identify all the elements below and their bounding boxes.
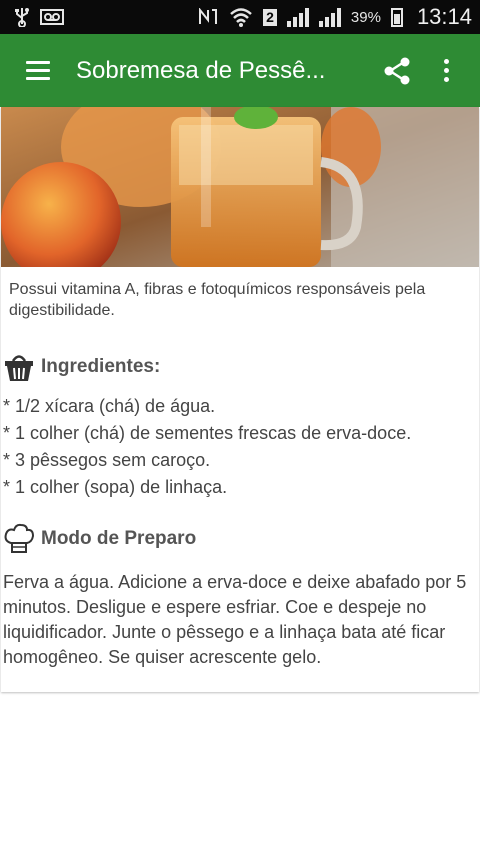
share-icon <box>384 57 410 84</box>
prep-header: Modo de Preparo <box>3 523 196 555</box>
more-vert-icon <box>443 59 449 82</box>
ingredient-item: * 1/2 xícara (chá) de água. <box>3 396 216 416</box>
wifi-icon <box>229 7 253 27</box>
prep-title: Modo de Preparo <box>41 528 197 549</box>
signal-icon-2 <box>318 7 341 27</box>
sim2-icon: 2 <box>263 8 277 26</box>
basket-icon <box>5 355 33 381</box>
recipe-card: Possui vitamina A, fibras e fotoquímicos… <box>1 107 479 692</box>
recipe-intro: Possui vitamina A, fibras e fotoquímicos… <box>9 281 426 319</box>
status-bar: 2 39% 13:14 <box>0 0 480 34</box>
ingredients-list: * 1/2 xícara (chá) de água. * 1 colher (… <box>3 393 479 501</box>
ingredients-header: Ingredientes: <box>3 351 160 383</box>
menu-button[interactable] <box>0 34 76 107</box>
clock: 13:14 <box>416 4 472 29</box>
app-bar: Sobremesa de Pessê... <box>0 34 480 107</box>
status-bar-right: 2 39% 13:14 <box>197 4 472 30</box>
nfc-icon <box>197 8 219 26</box>
signal-icon <box>286 7 309 27</box>
battery-icon <box>390 7 403 27</box>
battery-percent: 39% <box>350 8 381 26</box>
usb-icon <box>14 7 30 27</box>
ingredient-item: * 3 pêssegos sem caroço. <box>3 450 211 470</box>
hamburger-menu-icon <box>26 61 50 80</box>
ingredient-item: * 1 colher (chá) de sementes frescas de … <box>3 423 412 443</box>
prep-text: Ferva a água. Adicione a erva-doce e dei… <box>3 572 467 667</box>
share-button[interactable] <box>368 34 426 107</box>
recipe-photo <box>1 107 479 267</box>
voicemail-icon <box>40 9 64 25</box>
ingredients-title: Ingredientes: <box>41 356 161 377</box>
app-title: Sobremesa de Pessê... <box>76 56 326 84</box>
ingredient-item: * 1 colher (sopa) de linhaça. <box>3 477 228 497</box>
chef-hat-icon <box>4 523 35 553</box>
status-bar-left <box>14 7 64 27</box>
more-options-button[interactable] <box>426 34 466 107</box>
